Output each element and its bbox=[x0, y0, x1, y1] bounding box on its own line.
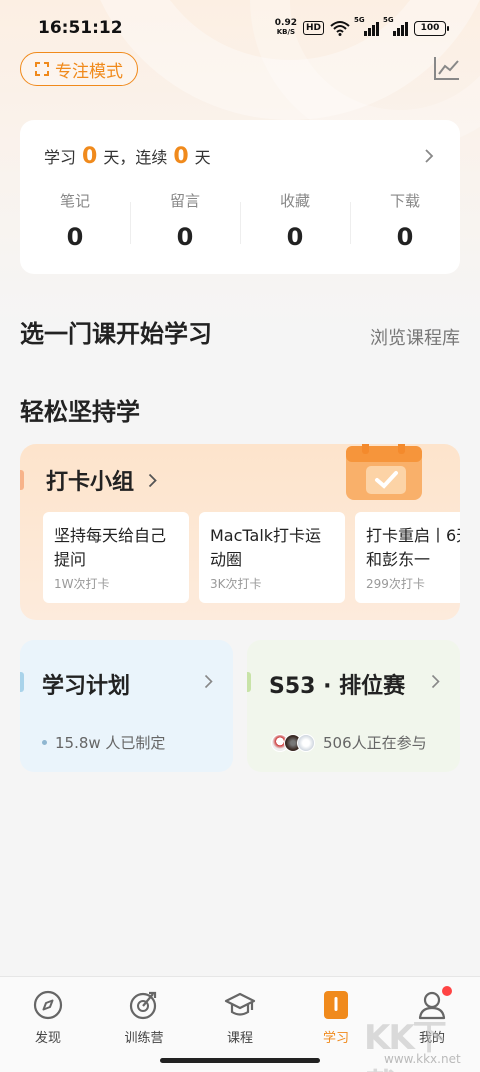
metric-favorites[interactable]: 收藏 0 bbox=[240, 190, 350, 250]
status-bar: 16:51:12 0.92 KB/S HD 5G 5G 100 bbox=[0, 0, 480, 56]
streak-days-count: 0 bbox=[173, 144, 189, 169]
signal-icon: 5G bbox=[354, 16, 379, 36]
ranking-participants: 506人正在参与 bbox=[271, 732, 427, 753]
home-indicator[interactable] bbox=[160, 1058, 320, 1063]
notification-dot bbox=[442, 986, 452, 996]
network-speed: 0.92 KB/S bbox=[274, 18, 297, 37]
book-icon bbox=[324, 991, 348, 1019]
study-plan-card[interactable]: 学习计划 15.8w 人已制定 bbox=[20, 640, 233, 772]
study-stats-card[interactable]: 学习 0 天，连续 0 天 笔记 0 留言 0 收藏 0 下载 0 bbox=[20, 120, 460, 274]
study-days-count: 0 bbox=[82, 144, 98, 169]
checkin-group-item[interactable]: 打卡重启丨6天，和彭东一 299次打卡 bbox=[355, 512, 460, 603]
checkin-group-title: 打卡小组 bbox=[46, 470, 135, 495]
checkin-group-list: 坚持每天给自己提问 1W次打卡 MacTalk打卡运动圈 3K次打卡 打卡重启丨… bbox=[43, 512, 460, 603]
stats-metrics: 笔记 0 留言 0 收藏 0 下载 0 bbox=[20, 190, 460, 250]
checkin-group-header[interactable]: 打卡小组 bbox=[46, 464, 157, 496]
card-accent-bar bbox=[247, 672, 251, 692]
checkin-group-card[interactable]: 打卡小组 坚持每天给自己提问 1W次打卡 MacTalk打卡运动圈 3K次打卡 … bbox=[20, 444, 460, 620]
tab-discover[interactable]: 发现 bbox=[0, 977, 96, 1072]
line-chart-icon[interactable] bbox=[434, 56, 460, 80]
focus-mode-label: 专注模式 bbox=[55, 61, 123, 82]
wifi-icon bbox=[330, 21, 350, 36]
focus-frame-icon bbox=[35, 62, 49, 76]
easy-learn-title: 轻松坚持学 bbox=[20, 398, 140, 426]
study-plan-subtitle: 15.8w 人已制定 bbox=[42, 732, 165, 753]
metric-notes[interactable]: 笔记 0 bbox=[20, 190, 130, 250]
card-accent-bar bbox=[20, 672, 24, 692]
signal-icon-2: 5G bbox=[383, 16, 408, 36]
card-accent-bar bbox=[20, 470, 24, 490]
avatar bbox=[297, 733, 315, 752]
checkin-group-item[interactable]: MacTalk打卡运动圈 3K次打卡 bbox=[199, 512, 345, 603]
ranking-match-card[interactable]: S53 · 排位赛 506人正在参与 bbox=[247, 640, 460, 772]
study-plan-title: 学习计划 bbox=[42, 674, 131, 699]
ranking-match-title: S53 · 排位赛 bbox=[269, 674, 406, 699]
calendar-illustration-icon bbox=[346, 444, 422, 500]
choose-course-title: 选一门课开始学习 bbox=[20, 320, 212, 348]
metric-downloads[interactable]: 下载 0 bbox=[350, 190, 460, 250]
bullet-dot bbox=[42, 740, 47, 745]
training-icon bbox=[129, 991, 157, 1020]
focus-mode-button[interactable]: 专注模式 bbox=[20, 52, 138, 86]
compass-icon bbox=[33, 990, 63, 1020]
chevron-right-icon bbox=[148, 473, 157, 487]
status-time: 16:51:12 bbox=[38, 18, 123, 38]
chevron-right-icon[interactable] bbox=[424, 148, 434, 164]
graduation-cap-icon bbox=[224, 992, 256, 1016]
battery-indicator: 100 bbox=[414, 20, 449, 36]
hd-badge: HD bbox=[302, 21, 324, 35]
chevron-right-icon bbox=[431, 674, 440, 689]
study-days-summary: 学习 0 天，连续 0 天 bbox=[44, 144, 211, 169]
browse-course-library-link[interactable]: 浏览课程库 bbox=[370, 324, 460, 350]
checkin-group-item[interactable]: 坚持每天给自己提问 1W次打卡 bbox=[43, 512, 189, 603]
participant-avatars bbox=[271, 733, 315, 752]
watermark-logo: KK下载 www.kkx.net bbox=[364, 1018, 461, 1072]
chevron-right-icon bbox=[204, 674, 213, 689]
metric-comments[interactable]: 留言 0 bbox=[130, 190, 240, 250]
